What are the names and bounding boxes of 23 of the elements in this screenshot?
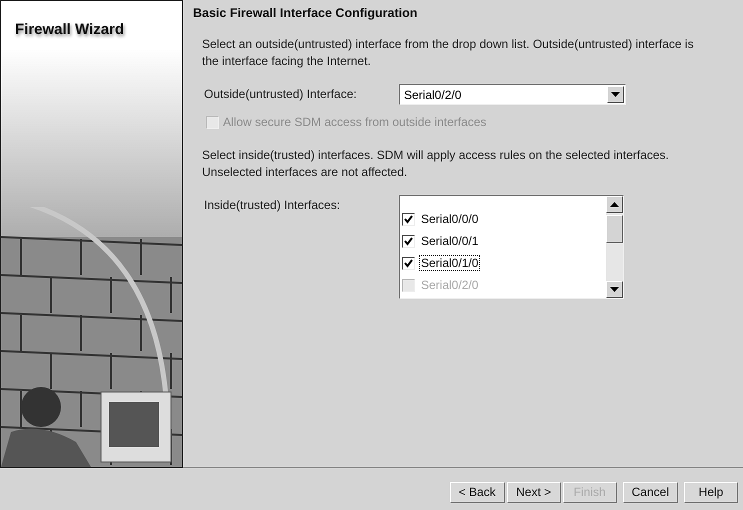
- interface-label[interactable]: Serial0/1/0: [419, 255, 480, 271]
- inside-instructions: Select inside(trusted) interfaces. SDM will apply access rules on the selected interfaces. Unselected interfaces are not affected.: [202, 147, 670, 181]
- wizard-button[interactable]: Next >: [506, 482, 561, 502]
- scroll-down-icon[interactable]: [606, 281, 623, 298]
- sidebar-title: Firewall Wizard: [15, 21, 124, 38]
- checkbox[interactable]: [402, 212, 415, 226]
- interface-label[interactable]: Serial0/0/1: [419, 233, 480, 249]
- check-icon: [404, 258, 413, 268]
- wizard-button[interactable]: < Back: [450, 482, 505, 502]
- wizard-button[interactable]: Help: [684, 482, 738, 502]
- check-icon: [404, 236, 413, 246]
- inside-interfaces-label: Inside(trusted) Interfaces:: [204, 198, 342, 212]
- outside-interface-dropdown[interactable]: Serial0/2/0: [399, 84, 626, 105]
- checkbox[interactable]: [402, 234, 415, 248]
- wizard-button[interactable]: Cancel: [622, 482, 678, 502]
- scroll-up-icon[interactable]: [606, 196, 623, 213]
- check-icon: [404, 214, 413, 224]
- checkbox[interactable]: [402, 256, 415, 270]
- page-heading: Basic Firewall Interface Configuration: [193, 6, 418, 20]
- interface-label[interactable]: Serial0/0/0: [419, 211, 480, 227]
- outside-instructions: Select an outside(untrusted) interface from the drop down list. Outside(untrusted) interface is the interface facing the Internet.: [202, 36, 695, 70]
- outside-interface-label: Outside(untrusted) Interface:: [204, 87, 358, 101]
- scrollbar-thumb[interactable]: [606, 215, 623, 243]
